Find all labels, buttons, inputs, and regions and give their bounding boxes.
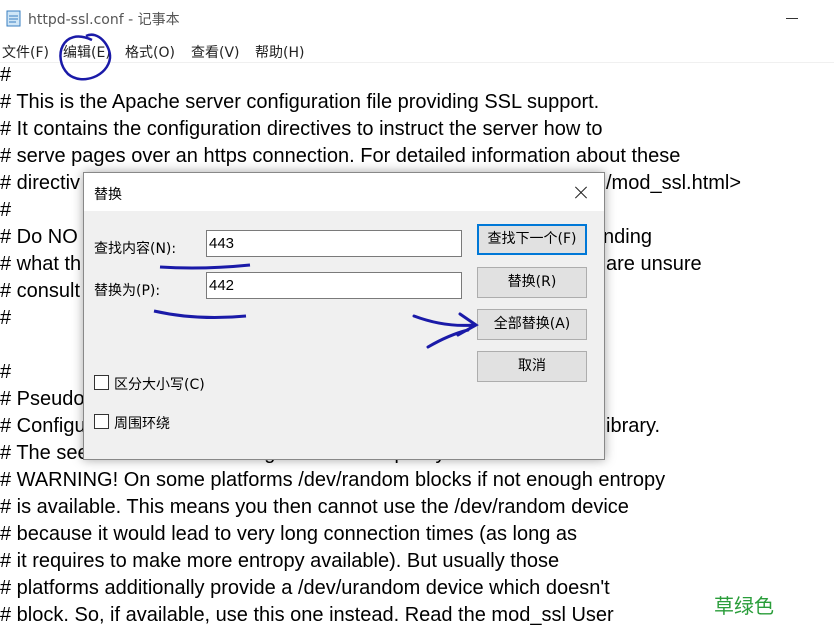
- menu-bar: 文件(F) 编辑(E) 格式(O) 查看(V) 帮助(H): [0, 38, 834, 62]
- wrap-around-checkbox[interactable]: [94, 414, 109, 429]
- editor-line: # Do NO: [0, 226, 78, 248]
- close-icon[interactable]: [566, 180, 596, 206]
- editor-line: /mod_ssl.html>: [606, 172, 742, 194]
- editor-line: # serve pages over an https connection. …: [0, 145, 681, 167]
- editor-line: nding: [603, 226, 652, 248]
- minimize-button[interactable]: [780, 8, 804, 28]
- editor-line: are unsure: [606, 253, 702, 275]
- editor-line: # Configu: [0, 415, 86, 437]
- cancel-button[interactable]: 取消: [477, 351, 587, 382]
- menu-format[interactable]: 格式(O): [125, 42, 175, 62]
- editor-line: # platforms additionally provide a /dev/…: [0, 577, 610, 599]
- replace-input[interactable]: 442: [206, 272, 462, 299]
- find-next-button[interactable]: 查找下一个(F): [477, 224, 587, 255]
- menu-edit[interactable]: 编辑(E): [63, 42, 111, 62]
- menu-help[interactable]: 帮助(H): [255, 42, 304, 62]
- watermark-text: 草绿色: [714, 594, 774, 618]
- replace-all-button[interactable]: 全部替换(A): [477, 309, 587, 340]
- editor-line: # It contains the configuration directiv…: [0, 118, 603, 140]
- editor-line: # Pseudo: [0, 388, 85, 410]
- dialog-title: 替换: [94, 187, 122, 203]
- dialog-titlebar: 替换: [84, 173, 604, 211]
- menu-view[interactable]: 查看(V): [191, 42, 240, 62]
- replace-button[interactable]: 替换(R): [477, 267, 587, 298]
- editor-line: #: [0, 307, 12, 329]
- editor-line: # This is the Apache server configuratio…: [0, 91, 600, 113]
- editor-line: # because it would lead to very long con…: [0, 523, 578, 545]
- match-case-checkbox[interactable]: [94, 375, 109, 390]
- editor-line: # block. So, if available, use this one …: [0, 604, 614, 626]
- editor-line: # it requires to make more entropy avail…: [0, 550, 560, 572]
- editor-line: # is available. This means you then cann…: [0, 496, 629, 518]
- replace-label: 替换为(P):: [94, 283, 161, 299]
- editor-line: ibrary.: [606, 415, 661, 437]
- editor-line: #: [0, 199, 12, 221]
- find-label: 查找内容(N):: [94, 241, 177, 257]
- window-titlebar: httpd-ssl.conf - 记事本: [0, 0, 834, 38]
- editor-line: # what th: [0, 253, 82, 275]
- window-title: httpd-ssl.conf - 记事本: [28, 12, 180, 28]
- editor-line: # WARNING! On some platforms /dev/random…: [0, 469, 666, 491]
- editor-line: # directiv: [0, 172, 81, 194]
- wrap-around-label: 周围环绕: [114, 416, 170, 432]
- editor-line: #: [0, 64, 12, 86]
- notepad-icon: [6, 10, 21, 27]
- editor-line: #: [0, 361, 12, 383]
- menu-file[interactable]: 文件(F): [2, 42, 49, 62]
- editor-line: # consult: [0, 280, 81, 302]
- find-input[interactable]: 443: [206, 230, 462, 257]
- replace-dialog: 替换 查找内容(N): 443 替换为(P): 442 查找下一个(F) 替换(…: [83, 172, 605, 460]
- match-case-label: 区分大小写(C): [114, 377, 205, 393]
